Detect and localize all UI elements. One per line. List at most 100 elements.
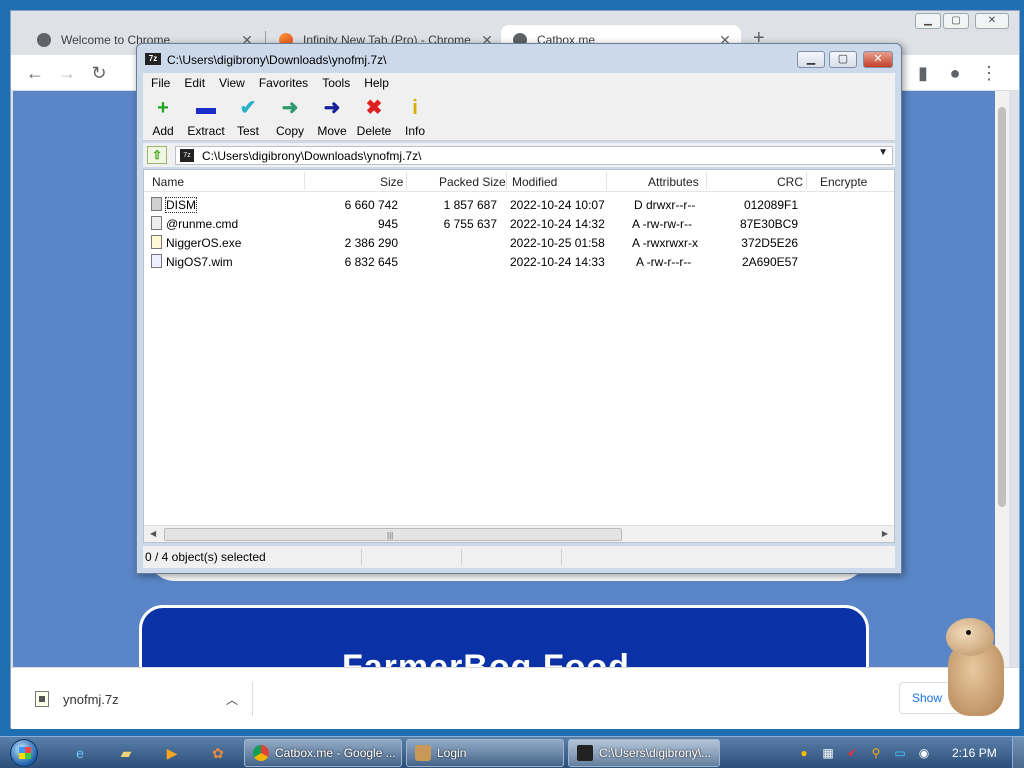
menu-bar: File Edit View Favorites Tools Help <box>143 73 895 92</box>
maximize-icon[interactable]: ▢ <box>829 51 857 68</box>
extract-button[interactable]: ▬ Extract <box>184 98 228 138</box>
scroll-left-icon[interactable]: ◀ <box>150 529 156 538</box>
file-name: NiggerOS.exe <box>166 236 242 250</box>
column-attributes[interactable]: Attributes <box>648 175 699 189</box>
close-icon[interactable]: ✕ <box>863 51 893 68</box>
volume-tray-icon[interactable]: ◉ <box>916 745 932 761</box>
status-divider <box>361 549 362 565</box>
display-tray-icon[interactable]: ▭ <box>892 745 908 761</box>
move-button[interactable]: ➜ Move <box>310 98 354 138</box>
minimize-icon[interactable]: ▁ <box>797 51 825 68</box>
menu-help[interactable]: Help <box>364 76 389 90</box>
info-button[interactable]: i Info <box>393 98 437 138</box>
taskbar-item-sevenzip[interactable]: C:\Users\digibrony\... <box>568 739 720 767</box>
add-icon: + <box>157 97 169 119</box>
taskbar: e ▰ ▶ ✿ Catbox.me - Google ... Login C:\… <box>0 736 1024 768</box>
page-scrollbar[interactable] <box>995 91 1009 667</box>
file-attributes: A -rw-r--r-- <box>636 255 692 269</box>
status-divider <box>461 549 462 565</box>
table-row[interactable]: NigOS7.wim 6 832 645 2022-10-24 14:33 A … <box>144 252 894 271</box>
column-encrypted[interactable]: Encrypte <box>820 175 867 189</box>
back-icon[interactable]: ← <box>23 61 47 85</box>
taskbar-item-login[interactable]: Login <box>406 739 564 767</box>
test-button[interactable]: ✔ Test <box>226 98 270 138</box>
column-name[interactable]: Name <box>152 175 184 189</box>
file-size: 6 660 742 <box>344 198 398 212</box>
add-label: Add <box>152 124 174 138</box>
profile-icon[interactable]: ● <box>943 61 967 85</box>
column-divider[interactable] <box>606 172 607 190</box>
file-modified: 2022-10-24 14:33 <box>510 255 605 269</box>
file-list[interactable]: Name Size Packed Size Modified Attribute… <box>143 169 895 543</box>
sevenzip-titlebar[interactable]: 7z C:\Users\digibrony\Downloads\ynofmj.7… <box>137 44 901 72</box>
file-attributes: A -rwxrwxr-x <box>632 236 698 250</box>
taskbar-item-chrome[interactable]: Catbox.me - Google ... <box>244 739 402 767</box>
forward-icon[interactable]: → <box>55 61 79 85</box>
media-player-icon[interactable]: ▶ <box>160 741 184 765</box>
menu-view[interactable]: View <box>219 76 245 90</box>
file-name: @runme.cmd <box>166 217 239 231</box>
scrollbar-thumb[interactable] <box>998 107 1006 507</box>
file-crc: 87E30BC9 <box>739 217 798 231</box>
dropdown-arrow-icon[interactable]: ▼ <box>878 147 888 158</box>
side-panel-icon[interactable]: ▮ <box>911 61 935 85</box>
sevenzip-icon <box>577 745 593 761</box>
delete-icon: ✖ <box>365 97 383 119</box>
maximize-icon[interactable]: ▢ <box>943 13 969 29</box>
path-combobox[interactable]: 7z C:\Users\digibrony\Downloads\ynofmj.7… <box>175 146 893 165</box>
column-packed-size[interactable]: Packed Size <box>439 175 506 189</box>
download-item[interactable]: ynofmj.7z ︿ <box>31 682 253 716</box>
internet-explorer-icon[interactable]: e <box>68 741 92 765</box>
chrome-tray-icon[interactable]: ● <box>796 745 812 761</box>
reload-icon[interactable]: ↻ <box>87 61 111 85</box>
add-button[interactable]: + Add <box>141 98 185 138</box>
start-button[interactable] <box>6 737 44 768</box>
menu-icon[interactable]: ⋮ <box>977 61 1001 85</box>
column-divider[interactable] <box>806 172 807 190</box>
up-folder-icon[interactable]: ⇧ <box>147 146 167 164</box>
window-title: C:\Users\digibrony\Downloads\ynofmj.7z\ <box>167 53 387 67</box>
sevenzip-logo-icon: 7z <box>145 53 161 65</box>
app-icon[interactable]: ✿ <box>206 741 230 765</box>
archive-icon: 7z <box>180 149 194 162</box>
scrollbar-thumb[interactable]: ||| <box>164 528 622 541</box>
network-tray-icon[interactable]: ▦ <box>820 745 836 761</box>
column-crc[interactable]: CRC <box>777 175 803 189</box>
minimize-icon[interactable]: ▁ <box>915 13 941 29</box>
menu-edit[interactable]: Edit <box>184 76 205 90</box>
show-desktop-button[interactable] <box>1012 737 1024 768</box>
delete-button[interactable]: ✖ Delete <box>352 98 396 138</box>
menu-tools[interactable]: Tools <box>322 76 350 90</box>
table-row[interactable]: NiggerOS.exe 2 386 290 2022-10-25 01:58 … <box>144 233 894 252</box>
task-title: Catbox.me - Google ... <box>275 746 396 760</box>
flag-tray-icon[interactable]: ✔ <box>844 745 860 761</box>
delete-label: Delete <box>356 124 392 138</box>
status-divider <box>561 549 562 565</box>
table-row[interactable]: @runme.cmd 945 6 755 637 2022-10-24 14:3… <box>144 214 894 233</box>
clock[interactable]: 2:16 PM <box>952 746 997 760</box>
column-size[interactable]: Size <box>380 175 403 189</box>
test-icon: ✔ <box>239 97 257 119</box>
horizontal-scrollbar[interactable]: ◀ ||| ▶ <box>144 525 894 542</box>
move-icon: ➜ <box>323 97 341 119</box>
task-title: C:\Users\digibrony\... <box>599 746 712 760</box>
menu-file[interactable]: File <box>151 76 170 90</box>
chevron-up-icon[interactable]: ︿ <box>226 691 238 708</box>
column-divider[interactable] <box>304 172 305 190</box>
hamster-head <box>946 618 994 656</box>
executable-icon <box>151 235 162 249</box>
copy-button[interactable]: ➜ Copy <box>268 98 312 138</box>
column-divider[interactable] <box>406 172 407 190</box>
search-tray-icon[interactable]: ⚲ <box>868 745 884 761</box>
copy-icon: ➜ <box>281 97 299 119</box>
folder-icon[interactable]: ▰ <box>114 741 138 765</box>
close-window-icon[interactable]: ✕ <box>975 13 1009 29</box>
scroll-right-icon[interactable]: ▶ <box>882 529 888 538</box>
download-filename: ynofmj.7z <box>63 691 119 707</box>
column-modified[interactable]: Modified <box>512 175 557 189</box>
banner-card[interactable]: FarmerBog Food <box>139 605 869 667</box>
menu-favorites[interactable]: Favorites <box>259 76 308 90</box>
column-divider[interactable] <box>706 172 707 190</box>
table-row[interactable]: DISM 6 660 742 1 857 687 2022-10-24 10:0… <box>144 195 894 214</box>
column-divider[interactable] <box>506 172 507 190</box>
